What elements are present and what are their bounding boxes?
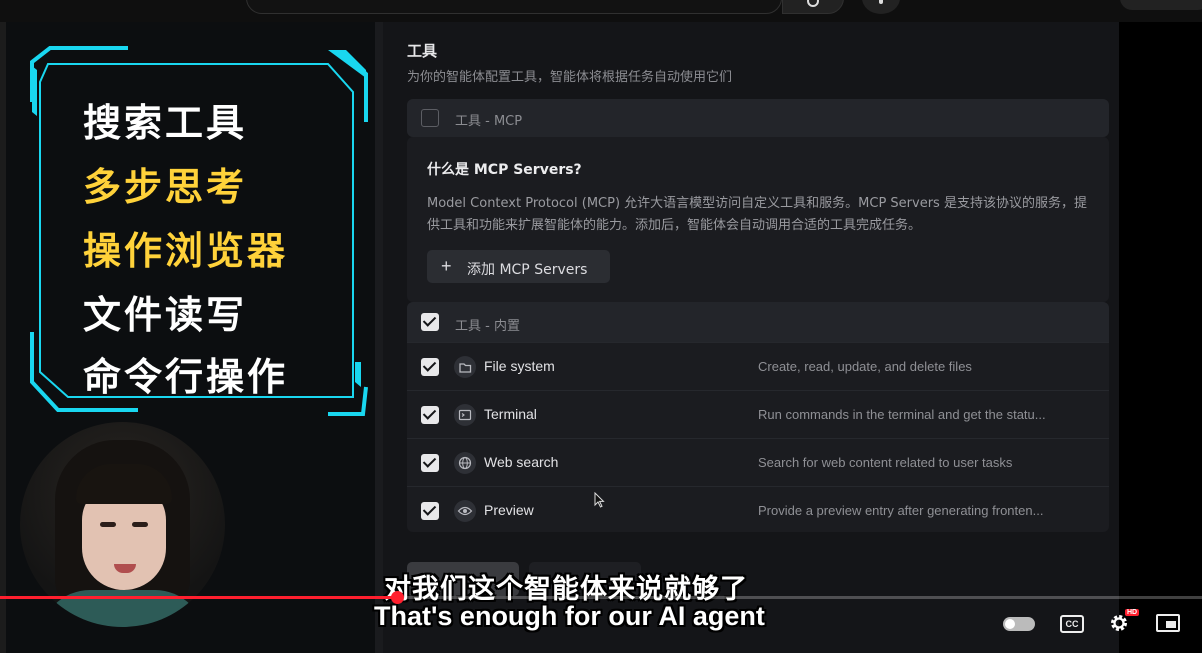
hd-badge: HD [1125, 609, 1140, 616]
overlay-line-5: 命令行操作 [83, 355, 289, 399]
progress-scrubber[interactable] [390, 591, 404, 604]
plus-icon: + [441, 256, 452, 276]
panel-divider [375, 22, 383, 653]
add-mcp-servers-label: 添加 MCP Servers [467, 262, 588, 278]
tool-description: Provide a preview entry after generating… [758, 503, 1044, 518]
web-search-checkbox[interactable] [421, 454, 439, 472]
add-mcp-servers-button[interactable]: + 添加 MCP Servers [427, 250, 610, 283]
section-title: 工具 [407, 42, 438, 60]
overlay-line-1: 搜索工具 [83, 101, 248, 145]
tool-row-web-search[interactable]: Web search Search for web content relate… [407, 438, 1109, 486]
progress-bar[interactable] [0, 596, 1202, 599]
mcp-description: Model Context Protocol (MCP) 允许大语言模型访问自定… [427, 196, 1087, 233]
mcp-tools-checkbox[interactable] [421, 109, 439, 127]
mcp-tools-header[interactable]: 工具 - MCP [407, 99, 1109, 137]
tool-row-terminal[interactable]: Terminal Run commands in the terminal an… [407, 390, 1109, 438]
tool-name: Preview [484, 502, 534, 518]
tool-name: Terminal [484, 406, 537, 422]
mouse-cursor-icon [594, 492, 605, 508]
mic-icon [879, 0, 883, 4]
letterbox-right [1119, 22, 1202, 653]
builtin-tools-label: 工具 - 内置 [455, 319, 520, 334]
hud-frame: 搜索工具 多步思考 操作浏览器 文件读写 命令行操作 [28, 42, 368, 417]
miniplayer-button[interactable] [1156, 614, 1180, 632]
caption-english: That's enough for our AI agent [374, 601, 765, 631]
youtube-top-bar [0, 0, 1202, 22]
folder-icon [454, 356, 476, 378]
account-button[interactable] [1120, 0, 1202, 10]
tool-description: Search for web content related to user t… [758, 455, 1013, 470]
overlay-line-4: 文件读写 [83, 293, 248, 337]
builtin-tools-header[interactable]: 工具 - 内置 [407, 302, 1109, 342]
file-system-checkbox[interactable] [421, 358, 439, 376]
search-button[interactable] [782, 0, 844, 14]
mcp-info-panel: 什么是 MCP Servers? Model Context Protocol … [407, 137, 1109, 302]
section-subtitle: 为你的智能体配置工具，智能体将根据任务自动使用它们 [407, 70, 733, 85]
tool-name: Web search [484, 454, 559, 470]
overlay-line-3: 操作浏览器 [83, 229, 289, 273]
search-input[interactable] [246, 0, 782, 14]
tool-row-preview[interactable]: Preview Provide a preview entry after ge… [407, 486, 1109, 534]
voice-search-button[interactable] [862, 0, 900, 14]
progress-fill [0, 596, 397, 599]
tool-row-file-system[interactable]: File system Create, read, update, and de… [407, 342, 1109, 390]
builtin-tools-panel: 工具 - 内置 File system Create, read, update… [407, 302, 1109, 532]
tool-description: Create, read, update, and delete files [758, 359, 972, 374]
mcp-question: 什么是 MCP Servers? [427, 162, 582, 178]
overlay-line-2: 多步思考 [83, 165, 248, 209]
terminal-icon [454, 404, 476, 426]
autoplay-toggle[interactable] [1003, 617, 1035, 631]
video-frame[interactable]: 搜索工具 多步思考 操作浏览器 文件读写 命令行操作 工具 为你的智能体配置工具… [0, 22, 1202, 653]
builtin-tools-checkbox[interactable] [421, 313, 439, 331]
globe-icon [454, 452, 476, 474]
agent-config-screen: 工具 为你的智能体配置工具，智能体将根据任务自动使用它们 工具 - MCP 什么… [383, 22, 1119, 653]
overlay-panel: 搜索工具 多步思考 操作浏览器 文件读写 命令行操作 [0, 22, 383, 653]
terminal-checkbox[interactable] [421, 406, 439, 424]
mcp-tools-label: 工具 - MCP [455, 114, 523, 129]
tool-description: Run commands in the terminal and get the… [758, 407, 1046, 422]
preview-checkbox[interactable] [421, 502, 439, 520]
tool-name: File system [484, 358, 555, 374]
eye-icon [454, 500, 476, 522]
subtitles-button[interactable]: CC [1060, 615, 1084, 633]
search-icon [807, 0, 819, 7]
